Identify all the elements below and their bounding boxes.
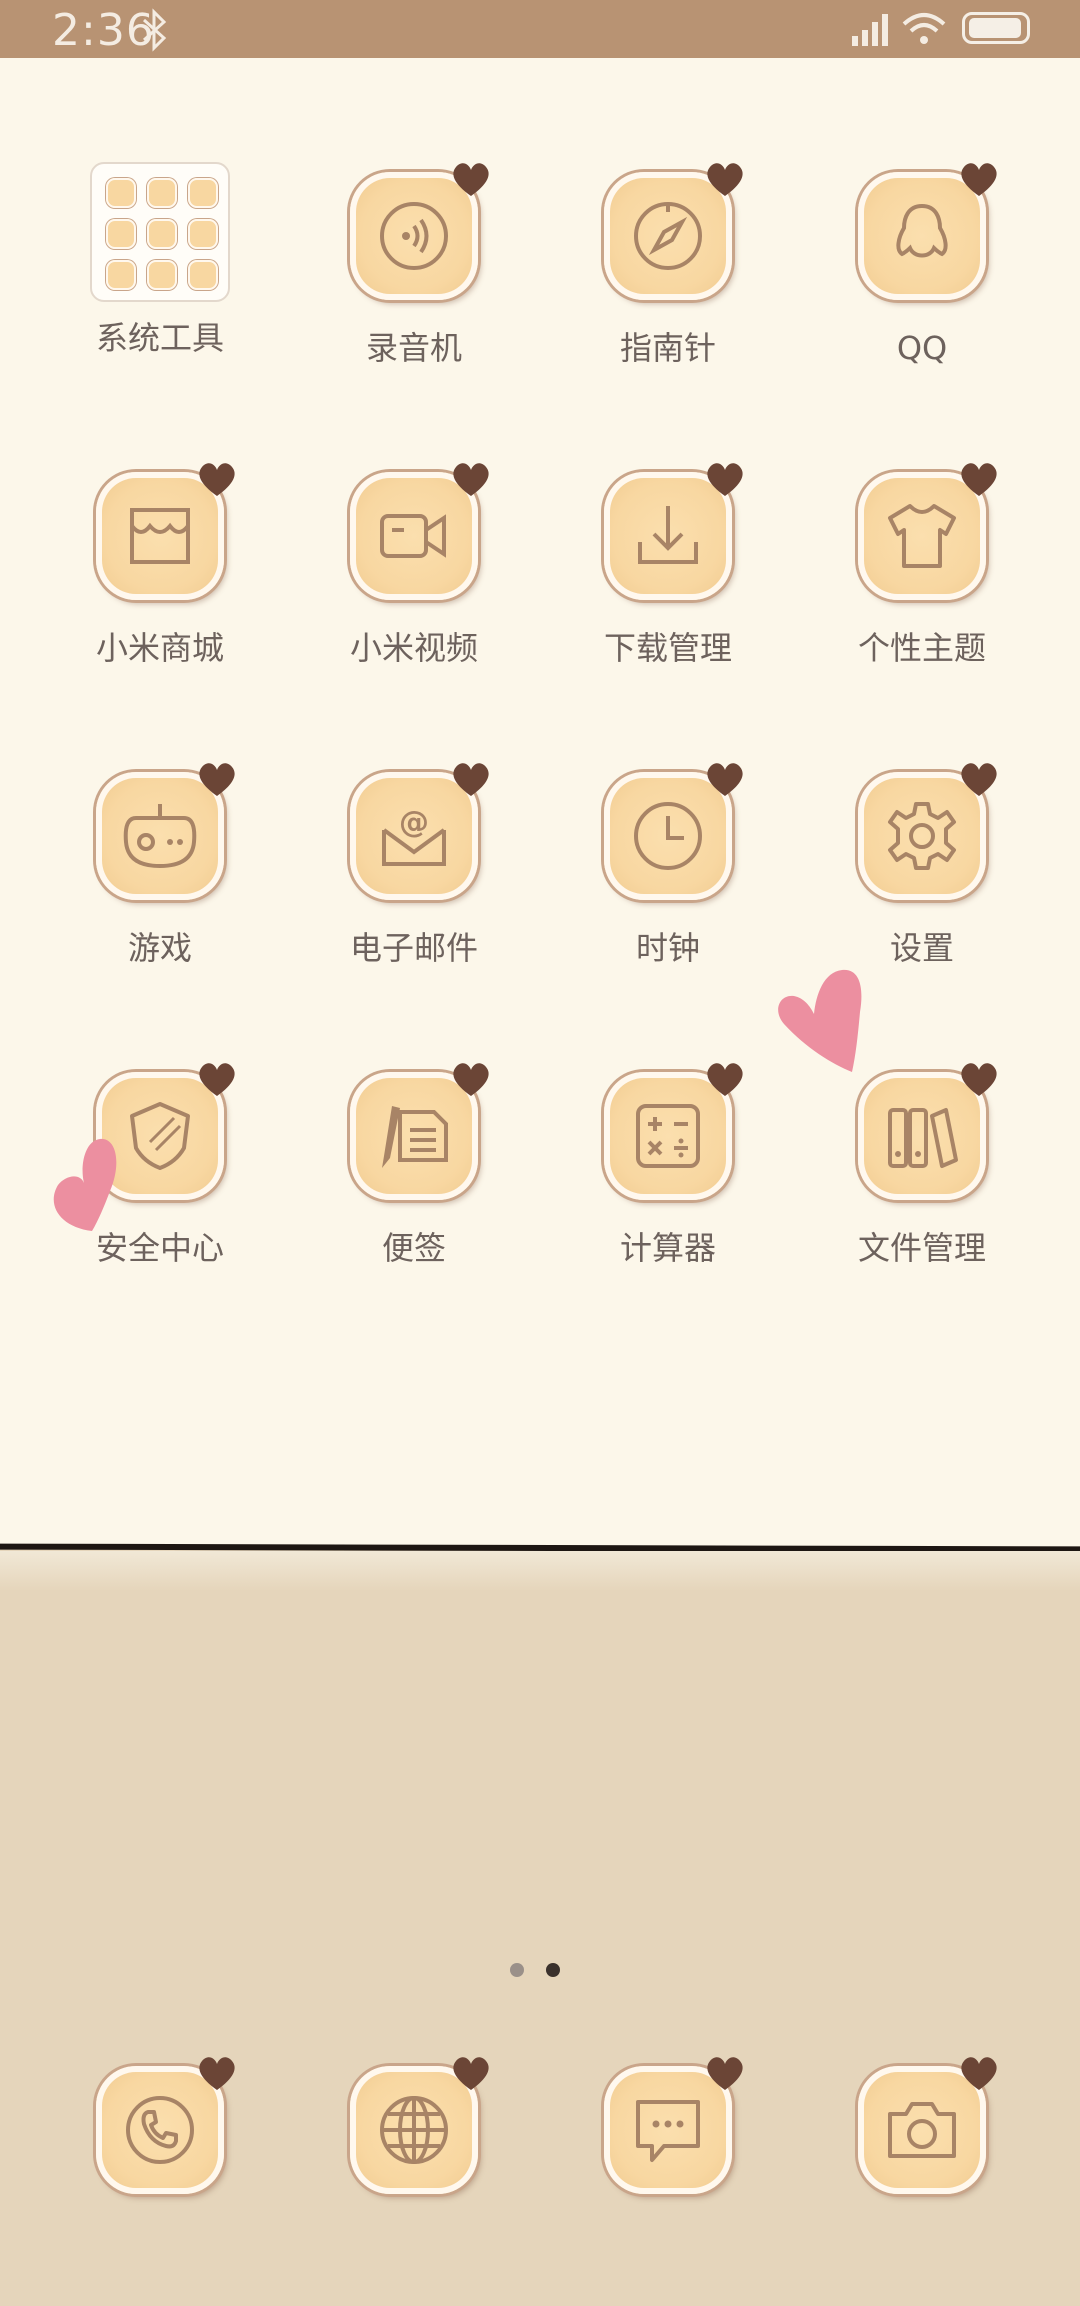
app-label: 便签 — [381, 1229, 446, 1267]
messages-icon — [604, 2057, 743, 2194]
app-label: 录音机 — [365, 329, 462, 367]
folder-icon — [90, 162, 230, 302]
app-label: QQ — [896, 329, 948, 367]
notes-icon — [350, 1063, 489, 1200]
status-bar: 2:36 — [0, 0, 1080, 58]
gear-icon — [858, 763, 997, 900]
recorder-icon — [350, 163, 489, 300]
bluetooth-icon — [142, 8, 167, 52]
theme-shirt-icon — [858, 463, 997, 600]
wallpaper-shadow — [0, 1551, 1080, 1591]
app-label: 游戏 — [127, 929, 192, 967]
app-file-manager[interactable]: 文件管理 — [812, 1063, 1032, 1312]
video-icon — [350, 463, 489, 600]
app-label: 小米商城 — [95, 629, 224, 667]
pink-heart-decoration — [778, 969, 862, 1072]
app-games[interactable]: 游戏 — [50, 763, 270, 1012]
app-system-tools[interactable]: 系统工具 — [50, 162, 270, 402]
app-mi-video[interactable]: 小米视频 — [304, 463, 524, 712]
app-download-manager[interactable]: 下载管理 — [558, 463, 778, 712]
app-label: 计算器 — [619, 1229, 716, 1267]
app-qq[interactable]: QQ — [812, 163, 1032, 412]
wifi-icon — [902, 13, 946, 44]
svg-text:@: @ — [399, 805, 429, 840]
app-calculator[interactable]: 计算器 — [558, 1063, 778, 1312]
app-label: 下载管理 — [603, 629, 732, 667]
camera-icon — [858, 2057, 997, 2194]
page-dot-1[interactable] — [510, 1963, 524, 1977]
download-icon — [604, 463, 743, 600]
app-clock[interactable]: 时钟 — [558, 763, 778, 1012]
app-label: 小米视频 — [349, 629, 478, 667]
page-dot-2-active[interactable] — [546, 1963, 560, 1977]
app-compass[interactable]: 指南针 — [558, 163, 778, 412]
app-label: 时钟 — [635, 929, 700, 967]
app-label: 设置 — [889, 929, 954, 967]
app-label: 文件管理 — [857, 1229, 986, 1267]
game-icon — [96, 763, 235, 900]
calculator-icon — [604, 1063, 743, 1200]
files-icon — [858, 1063, 997, 1200]
dock-messages[interactable] — [558, 2057, 778, 2306]
battery-icon — [962, 12, 1030, 44]
app-label: 指南针 — [619, 329, 716, 367]
app-notes[interactable]: 便签 — [304, 1063, 524, 1312]
app-mi-store[interactable]: 小米商城 — [50, 463, 270, 712]
app-label: 系统工具 — [95, 319, 224, 357]
store-icon — [96, 463, 235, 600]
clock-icon — [604, 763, 743, 900]
signal-icon — [852, 14, 888, 46]
app-label: 个性主题 — [857, 629, 986, 667]
app-themes[interactable]: 个性主题 — [812, 463, 1032, 712]
email-icon: @ — [350, 763, 489, 900]
compass-icon — [604, 163, 743, 300]
app-label: 电子邮件 — [349, 929, 478, 967]
pink-heart-decoration — [53, 1138, 117, 1231]
dock-camera[interactable] — [812, 2057, 1032, 2306]
qq-penguin-icon — [858, 163, 997, 300]
browser-globe-icon — [350, 2057, 489, 2194]
dock-browser[interactable] — [304, 2057, 524, 2306]
app-email[interactable]: @ 电子邮件 — [304, 763, 524, 1012]
phone-icon — [96, 2057, 235, 2194]
app-recorder[interactable]: 录音机 — [304, 163, 524, 412]
dock-phone[interactable] — [50, 2057, 270, 2306]
